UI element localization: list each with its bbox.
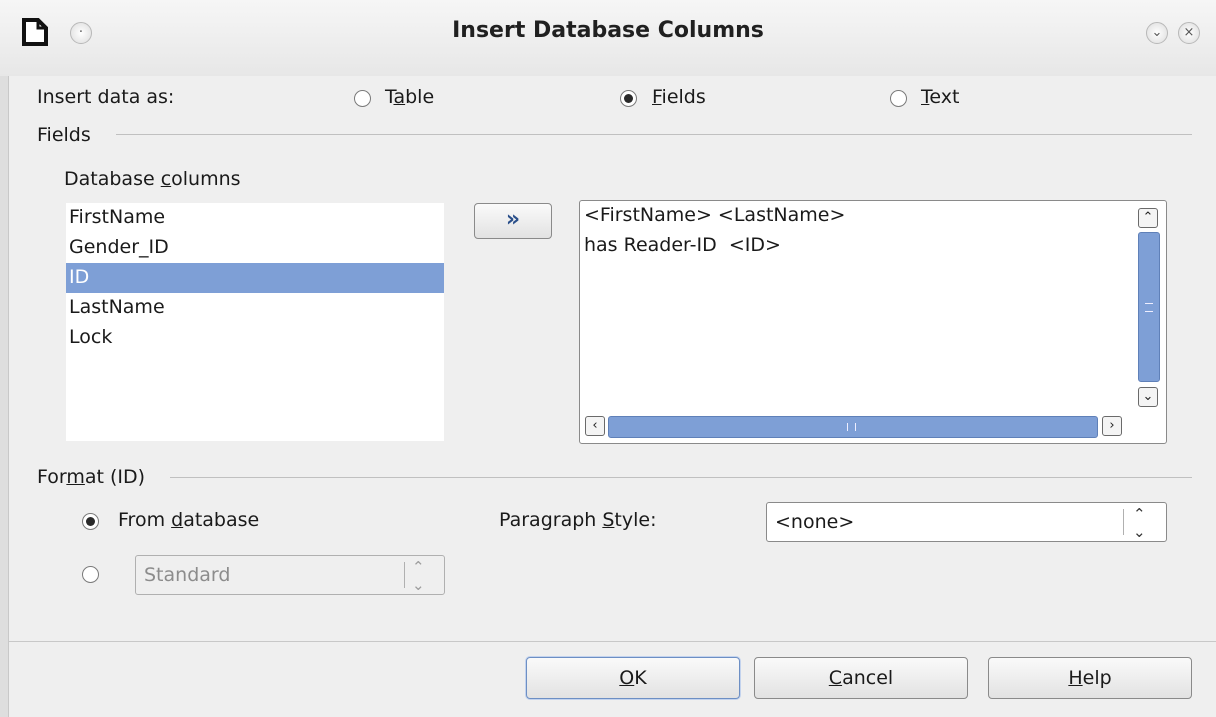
list-item[interactable]: Gender_ID [66,233,444,263]
label-part: olumns [171,168,241,190]
radio-from-database-label[interactable]: From database [118,509,259,531]
radio-from-database[interactable] [82,513,99,530]
mnemonic: O [619,667,635,689]
horizontal-scrollbar-thumb[interactable] [608,416,1098,438]
field-line: <FirstName> <LastName> [584,204,846,226]
fields-text-box[interactable]: <FirstName> <LastName> has Reader-ID <ID… [579,200,1167,444]
label-part: From [118,509,172,531]
ok-button[interactable]: OK [526,657,740,699]
grip-icon [847,423,856,431]
list-item[interactable]: Lock [66,323,444,353]
radio-table[interactable] [354,90,371,107]
combo-divider [404,562,405,588]
mnemonic: S [602,509,615,531]
label-part: at (ID) [84,466,146,488]
minimize-button[interactable]: ⌄ [1146,22,1168,44]
database-columns-list[interactable]: FirstName Gender_ID ID LastName Lock [66,203,444,441]
mnemonic: a [393,86,406,108]
label-part: ext [929,86,960,108]
mnemonic: c [160,168,172,190]
label-part: tyle: [614,509,657,531]
mnemonic: C [828,667,843,689]
label-part: ields [661,86,706,108]
add-column-button[interactable]: » [474,203,552,239]
close-button[interactable]: × [1178,22,1200,44]
radio-custom-format[interactable] [82,566,99,583]
window-title: Insert Database Columns [452,18,764,43]
insert-as-label: Insert data as: [37,86,175,108]
scroll-down-button[interactable]: ⌄ [1138,387,1158,407]
window-border [0,76,9,717]
list-item-selected[interactable]: ID [66,263,444,293]
scroll-left-button[interactable]: ‹ [585,416,605,436]
label-part: For [37,466,67,488]
radio-text-label[interactable]: Text [921,86,959,108]
radio-fields[interactable] [620,90,637,107]
cancel-button[interactable]: Cancel [754,657,968,699]
mnemonic: F [652,86,662,108]
label-part: elp [1082,667,1112,689]
mnemonic: H [1068,667,1083,689]
combo-divider [1123,509,1124,535]
up-down-arrows-icon: ⌃ ⌄ [1133,505,1146,541]
label-part: atabase [183,509,260,531]
label-part: K [634,667,647,689]
paragraph-style-combo[interactable]: <none> ⌃ ⌄ [766,502,1167,542]
vertical-scrollbar-thumb[interactable] [1138,232,1160,382]
scroll-right-button[interactable]: › [1102,416,1122,436]
list-item[interactable]: FirstName [66,203,444,233]
format-combo-value: Standard [144,564,231,586]
radio-fields-label[interactable]: Fields [652,86,706,108]
label-part: Database [64,168,161,190]
format-combo[interactable]: Standard ⌃ ⌄ [135,555,445,595]
radio-text[interactable] [890,90,907,107]
field-line: has Reader-ID <ID> [584,234,781,256]
label-part: ble [405,86,435,108]
help-button[interactable]: Help [988,657,1192,699]
scroll-up-button[interactable]: ⌃ [1138,208,1158,228]
button-area-separator [9,641,1216,642]
paragraph-style-label: Paragraph Style: [499,509,657,531]
list-item[interactable]: LastName [66,293,444,323]
grip-icon [1145,303,1153,312]
chevron-right-icon: » [505,207,521,232]
paragraph-style-value: <none> [775,511,855,533]
label-part: ancel [842,667,894,689]
fields-separator [116,134,1192,135]
mnemonic: d [171,509,184,531]
mnemonic: m [66,466,85,488]
label-part: Paragraph [499,509,603,531]
fields-section-title: Fields [37,124,91,146]
database-columns-label: Database columns [64,168,241,190]
up-down-arrows-icon: ⌃ ⌄ [412,558,425,594]
format-separator [170,477,1192,478]
format-section-title: Format (ID) [37,466,145,488]
radio-table-label[interactable]: Table [385,86,434,108]
